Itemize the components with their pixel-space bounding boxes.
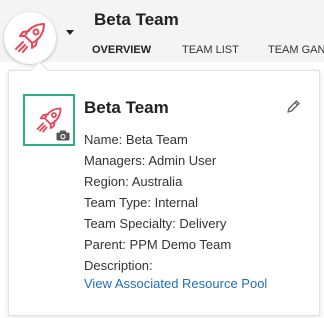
pencil-icon[interactable] (285, 99, 301, 115)
camera-icon[interactable] (56, 130, 70, 141)
detail-team-specialty: Team Specialty: Delivery (84, 216, 227, 231)
caret-down-icon[interactable] (66, 30, 74, 35)
detail-managers: Managers: Admin User (84, 153, 217, 168)
team-avatar-button[interactable] (4, 12, 56, 64)
detail-team-type: Team Type: Internal (84, 195, 198, 210)
card-pointer (30, 61, 49, 80)
detail-description: Description: (84, 258, 153, 273)
team-overview-card: Beta Team Name: Beta Team Managers: Admi… (8, 61, 320, 316)
rocket-icon (15, 23, 45, 53)
team-details: Name: Beta Team Managers: Admin User Reg… (84, 129, 231, 276)
team-header: Beta Team OVERVIEW TEAM LIST TEAM GAN (0, 0, 324, 64)
tab-overview[interactable]: OVERVIEW (92, 44, 151, 56)
detail-region: Region: Australia (84, 174, 183, 189)
detail-name: Name: Beta Team (84, 132, 188, 147)
team-avatar-upload[interactable] (23, 94, 75, 146)
team-title: Beta Team (94, 10, 179, 29)
tab-team-gantt[interactable]: TEAM GAN (268, 44, 324, 56)
tab-team-list[interactable]: TEAM LIST (182, 44, 239, 56)
view-resource-pool-link[interactable]: View Associated Resource Pool (84, 276, 267, 291)
detail-parent: Parent: PPM Demo Team (84, 237, 232, 252)
card-title: Beta Team (84, 98, 169, 117)
